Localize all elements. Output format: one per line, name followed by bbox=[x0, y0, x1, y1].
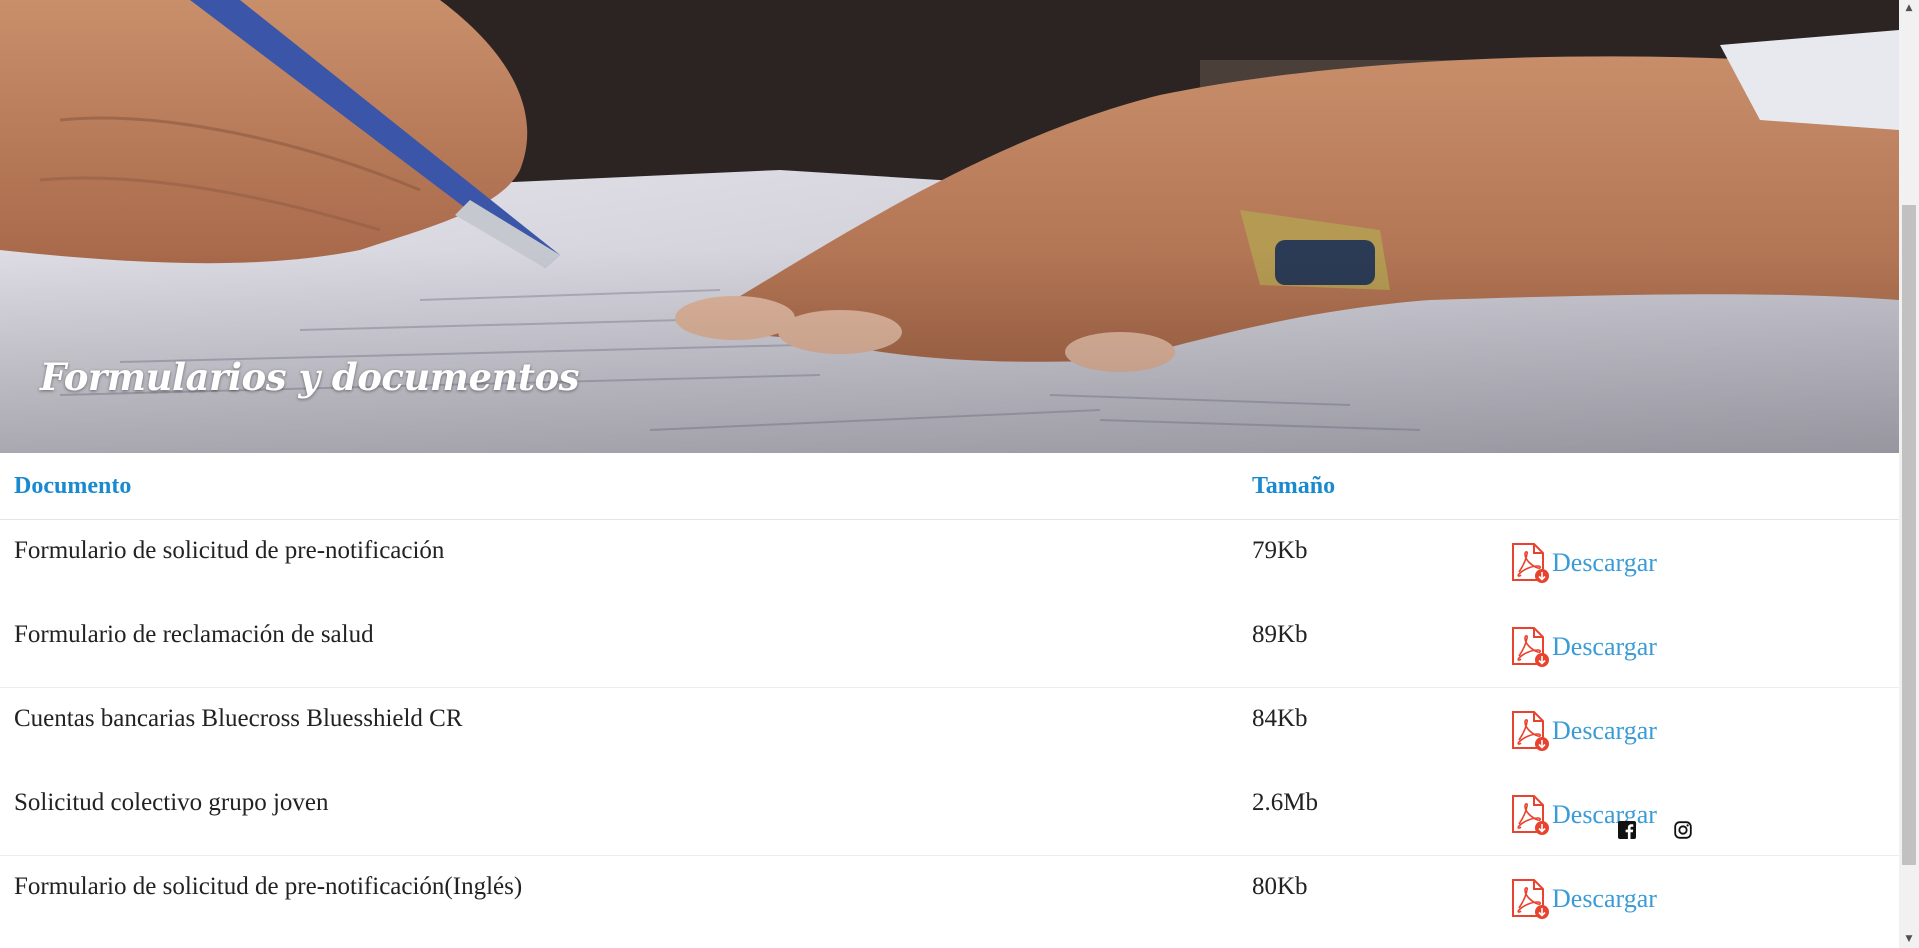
vertical-scrollbar[interactable]: ▲ ▼ bbox=[1899, 0, 1919, 948]
hero-banner: Formularios y documentos bbox=[0, 0, 1899, 453]
table-row: Solicitud colectivo grupo joven 2.6Mb De… bbox=[0, 772, 1899, 856]
download-link[interactable]: Descargar bbox=[1510, 878, 1657, 920]
document-name: Cuentas bancarias Bluecross Bluesshield … bbox=[14, 705, 463, 732]
table-row: Formulario de reclamación de salud 89Kb … bbox=[0, 604, 1899, 688]
pdf-icon bbox=[1512, 879, 1549, 919]
document-name: Formulario de reclamación de salud bbox=[14, 621, 374, 648]
document-size: 84Kb bbox=[1252, 705, 1308, 732]
pdf-icon bbox=[1512, 627, 1549, 667]
download-label: Descargar bbox=[1552, 884, 1657, 913]
facebook-icon[interactable] bbox=[1618, 821, 1636, 839]
page-title: Formularios y documentos bbox=[40, 355, 580, 399]
documents-table: Documento Tamaño Formulario de solicitud… bbox=[0, 453, 1899, 940]
scroll-down-icon[interactable]: ▼ bbox=[1899, 931, 1919, 948]
download-label: Descargar bbox=[1552, 716, 1657, 745]
page: Formularios y documentos Documento Tamañ… bbox=[0, 0, 1919, 948]
download-link[interactable]: Descargar bbox=[1510, 626, 1657, 668]
column-header-size: Tamaño bbox=[1252, 473, 1336, 499]
download-label: Descargar bbox=[1552, 632, 1657, 661]
table-row: Formulario de solicitud de pre-notificac… bbox=[0, 520, 1899, 604]
scrollbar-thumb[interactable] bbox=[1902, 205, 1916, 865]
document-size: 80Kb bbox=[1252, 873, 1308, 900]
download-label: Descargar bbox=[1552, 800, 1657, 829]
document-name: Formulario de solicitud de pre-notificac… bbox=[14, 537, 445, 564]
document-name: Solicitud colectivo grupo joven bbox=[14, 789, 329, 816]
pdf-icon bbox=[1512, 543, 1549, 583]
download-label: Descargar bbox=[1552, 548, 1657, 577]
table-row: Cuentas bancarias Bluecross Bluesshield … bbox=[0, 688, 1899, 772]
content-area: Formularios y documentos Documento Tamañ… bbox=[0, 0, 1899, 948]
table-row: Formulario de solicitud de pre-notificac… bbox=[0, 856, 1899, 940]
download-link[interactable]: Descargar bbox=[1510, 542, 1657, 584]
pdf-icon bbox=[1512, 711, 1549, 751]
table-header: Documento Tamaño bbox=[0, 453, 1899, 520]
document-name: Formulario de solicitud de pre-notificac… bbox=[14, 873, 523, 900]
document-size: 2.6Mb bbox=[1252, 789, 1318, 816]
scroll-up-icon[interactable]: ▲ bbox=[1899, 0, 1919, 17]
pdf-icon bbox=[1512, 795, 1549, 835]
document-size: 79Kb bbox=[1252, 537, 1308, 564]
column-header-document: Documento bbox=[14, 473, 132, 499]
download-link[interactable]: Descargar bbox=[1510, 710, 1657, 752]
instagram-icon[interactable] bbox=[1674, 821, 1692, 839]
document-size: 89Kb bbox=[1252, 621, 1308, 648]
